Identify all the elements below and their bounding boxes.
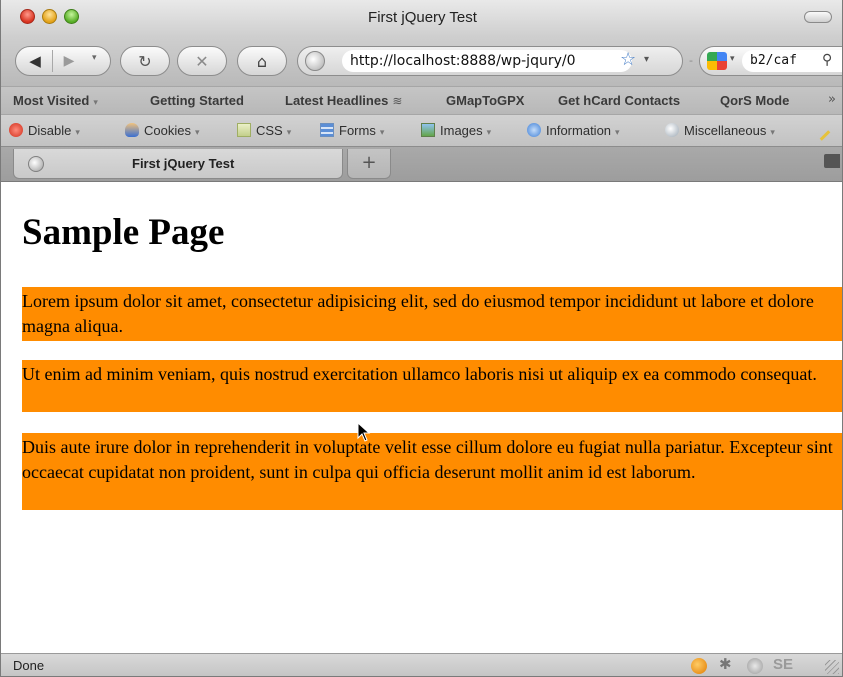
devtool-label: Miscellaneous — [684, 123, 767, 138]
bookmark-label: Getting Started — [150, 93, 244, 108]
url-history-dropdown-icon[interactable]: ▾ — [644, 54, 649, 65]
tab-label: First jQuery Test — [132, 156, 235, 171]
bookmark-get-hcard-contacts[interactable]: Get hCard Contacts — [558, 93, 680, 108]
miscellaneous-icon — [665, 123, 679, 137]
reload-button[interactable]: ↻ — [120, 46, 170, 76]
yslow-icon[interactable]: ✱ — [719, 655, 735, 673]
bookmark-most-visited[interactable]: Most Visited ▾ — [13, 93, 98, 108]
tab-list-icon[interactable] — [824, 154, 840, 168]
chevron-down-icon: ▾ — [93, 97, 98, 107]
devtool-label: Information — [546, 123, 612, 138]
bookmark-label: Most Visited — [13, 93, 90, 108]
site-identity-icon[interactable] — [305, 51, 325, 71]
devtool-label: CSS — [256, 123, 283, 138]
more-bookmarks-chevron-icon[interactable]: » — [828, 92, 836, 107]
search-bar: ▾ ⚲ — [699, 46, 842, 76]
page-favicon-icon — [28, 156, 44, 172]
devtool-information-menu[interactable]: Information ▾ — [527, 123, 620, 138]
seo-icon[interactable]: SE — [773, 656, 793, 673]
back-forward-group: ◀ ▶ ▾ — [15, 46, 111, 76]
devtool-miscellaneous-menu[interactable]: Miscellaneous ▾ — [665, 123, 775, 138]
navigation-toolbar: ◀ ▶ ▾ ↻ ✕ ⌂ ☆ ▾ - ▾ ⚲ — [1, 36, 842, 86]
url-bar: ☆ ▾ — [297, 46, 683, 76]
home-icon: ⌂ — [256, 51, 268, 71]
forms-icon — [320, 123, 334, 137]
bookmark-star-icon[interactable]: ☆ — [620, 49, 636, 70]
devtool-outline-menu[interactable] — [819, 123, 836, 141]
google-icon[interactable] — [707, 52, 727, 70]
devtool-cookies-menu[interactable]: Cookies ▾ — [125, 123, 200, 138]
web-developer-status-icon[interactable] — [747, 658, 763, 674]
devtool-forms-menu[interactable]: Forms ▾ — [320, 123, 384, 138]
page-content: Sample Page Lorem ipsum dolor sit amet, … — [2, 183, 842, 653]
bookmark-label: Get hCard Contacts — [558, 93, 681, 108]
reload-icon: ↻ — [138, 51, 152, 71]
bookmark-label: QorS Mode — [720, 93, 790, 108]
rss-icon: ≋ — [392, 94, 403, 108]
tab-first-jquery-test[interactable]: First jQuery Test — [13, 149, 343, 179]
chevron-down-icon: ▾ — [75, 127, 80, 137]
chevron-down-icon: ▾ — [379, 127, 385, 137]
bookmark-qors-mode[interactable]: QorS Mode — [720, 93, 789, 108]
page-heading: Sample Page — [22, 212, 225, 253]
bookmark-latest-headlines[interactable]: Latest Headlines ≋ — [285, 93, 402, 108]
plus-icon: + — [361, 152, 377, 173]
status-bar: Done ✱ SE — [1, 653, 842, 676]
mouse-pointer-icon — [357, 422, 371, 442]
paragraph: Duis aute irure dolor in reprehenderit i… — [22, 433, 842, 510]
information-icon — [527, 123, 541, 137]
home-button[interactable]: ⌂ — [237, 46, 287, 76]
search-engine-dropdown-icon[interactable]: ▾ — [730, 54, 735, 64]
chevron-down-icon: ▾ — [486, 127, 492, 137]
forward-button[interactable]: ▶ — [54, 49, 84, 73]
tab-strip: First jQuery Test + — [1, 146, 842, 182]
paragraph: Ut enim ad minim veniam, quis nostrud ex… — [22, 360, 842, 412]
title-bar: First jQuery Test — [1, 0, 842, 36]
firebug-icon[interactable] — [691, 658, 707, 674]
bookmark-gmaptogpx[interactable]: GMapToGPX — [446, 93, 524, 108]
paragraph: Lorem ipsum dolor sit amet, consectetur … — [22, 287, 842, 341]
chevron-down-icon: ▾ — [770, 127, 775, 137]
chevron-down-icon: ▾ — [615, 127, 620, 137]
devtool-css-menu[interactable]: CSS ▾ — [237, 123, 291, 138]
devtool-label: Cookies — [144, 123, 191, 138]
cookies-icon — [125, 123, 139, 137]
bookmark-label: GMapToGPX — [446, 93, 525, 108]
web-developer-toolbar: Disable ▾ Cookies ▾ CSS ▾ Forms ▾ Images ▾ In… — [1, 114, 842, 146]
devtool-label: Disable — [28, 123, 72, 138]
bookmarks-toolbar: Most Visited ▾ Getting Started Latest Hea… — [1, 86, 842, 114]
resize-grip-icon[interactable] — [825, 660, 839, 674]
devtool-disable-menu[interactable]: Disable ▾ — [9, 123, 80, 138]
disable-icon — [9, 123, 23, 137]
stop-icon: ✕ — [195, 51, 209, 71]
toolbar-separator: - — [689, 54, 693, 67]
css-icon — [237, 123, 251, 137]
stop-button[interactable]: ✕ — [177, 46, 227, 76]
toolbar-toggle-button[interactable] — [804, 11, 832, 23]
chevron-down-icon: ▾ — [194, 127, 200, 137]
browser-window: First jQuery Test ◀ ▶ ▾ ↻ ✕ ⌂ ☆ ▾ - ▾ — [0, 0, 843, 677]
back-forward-divider — [52, 50, 53, 72]
devtool-images-menu[interactable]: Images ▾ — [421, 123, 491, 138]
back-button[interactable]: ◀ — [20, 49, 50, 73]
status-text: Done — [13, 658, 45, 673]
pencil-icon — [819, 130, 831, 141]
images-icon — [421, 123, 435, 137]
search-icon[interactable]: ⚲ — [822, 52, 832, 68]
window-title: First jQuery Test — [368, 9, 477, 26]
url-input[interactable] — [342, 50, 632, 72]
devtool-label: Forms — [339, 123, 376, 138]
chevron-down-icon: ▾ — [286, 127, 292, 137]
new-tab-button[interactable]: + — [347, 149, 391, 179]
devtool-label: Images — [440, 123, 483, 138]
bookmark-label: Latest Headlines — [285, 93, 389, 108]
bookmark-getting-started[interactable]: Getting Started — [150, 93, 244, 108]
history-dropdown-icon[interactable]: ▾ — [92, 53, 97, 63]
